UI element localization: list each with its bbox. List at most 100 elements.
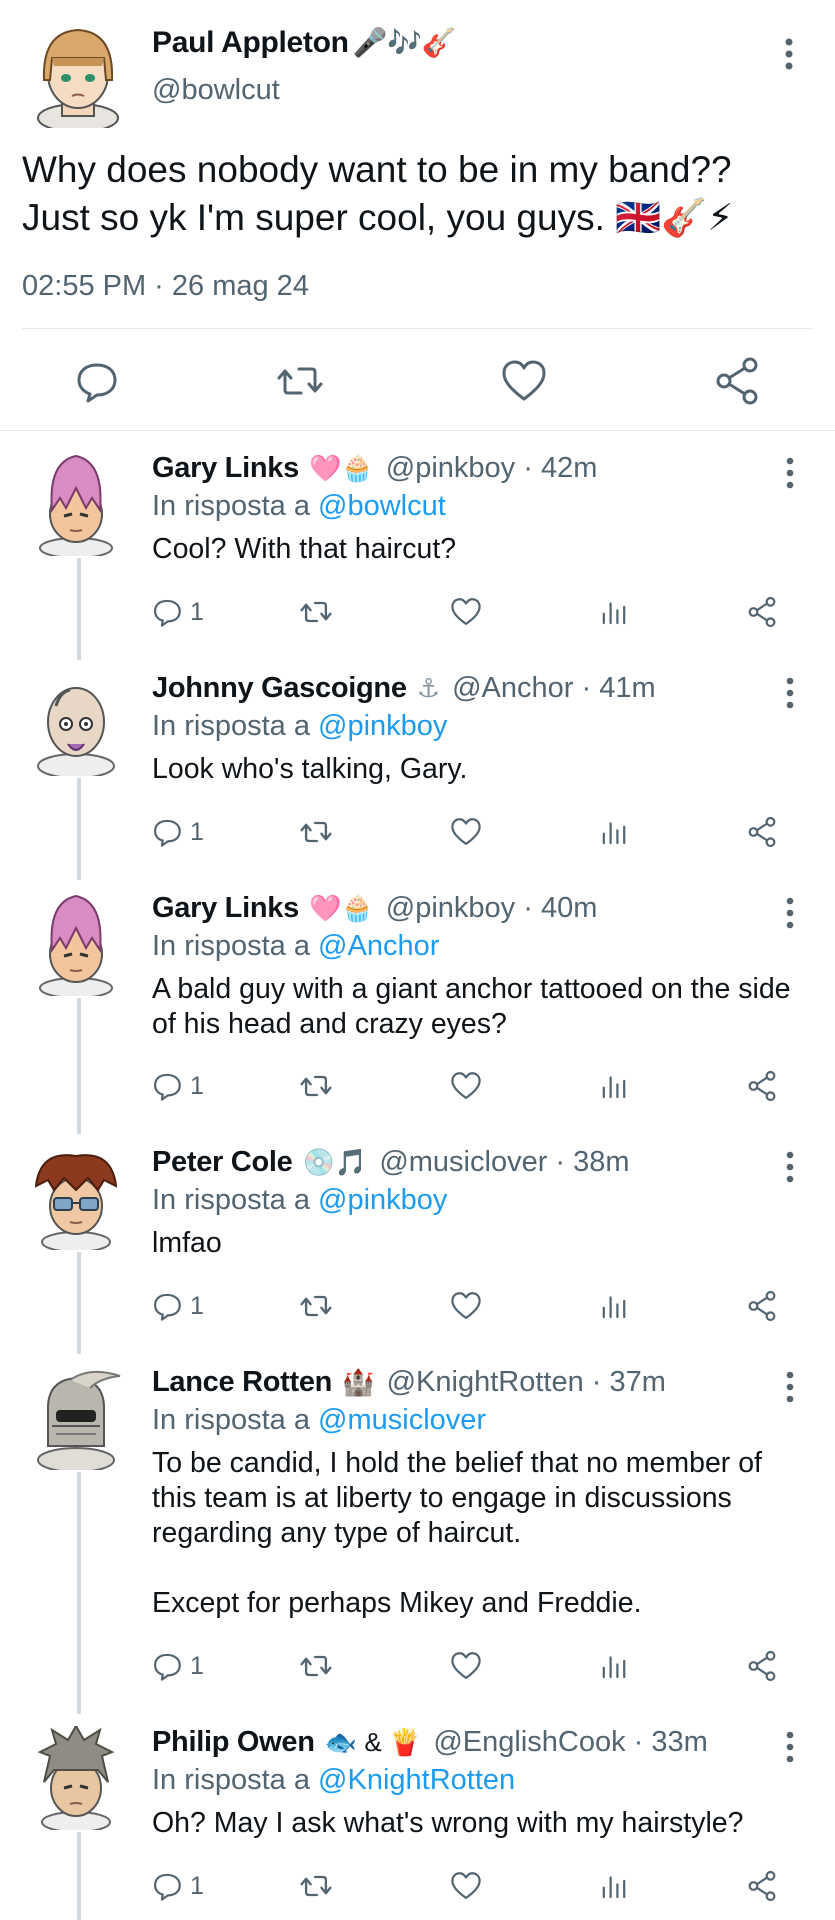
- reply-tweet[interactable]: Peter Cole 💿🎵 @musiclover · 38m In rispo…: [0, 1134, 835, 1354]
- like-icon[interactable]: [449, 1866, 483, 1906]
- author-handle[interactable]: @bowlcut: [152, 74, 280, 107]
- like-icon[interactable]: [499, 356, 549, 406]
- mention-link[interactable]: @musiclover: [318, 1404, 486, 1436]
- share-icon[interactable]: [745, 1066, 779, 1106]
- reply-author-name[interactable]: Philip Owen: [152, 1726, 315, 1758]
- mention-link[interactable]: @Anchor: [318, 930, 439, 962]
- share-icon[interactable]: [745, 1646, 779, 1686]
- separator-dot: ·: [523, 892, 533, 924]
- reply-time[interactable]: 41m: [599, 672, 655, 704]
- reply-actions: 1: [0, 592, 835, 632]
- retweet-icon[interactable]: [298, 1866, 334, 1906]
- reply-author-name[interactable]: Gary Links: [152, 892, 299, 924]
- views-icon[interactable]: [597, 1286, 631, 1326]
- more-options-icon[interactable]: [778, 894, 802, 932]
- more-options-icon[interactable]: [778, 454, 802, 492]
- reply-name-emojis: ⚓: [416, 673, 441, 703]
- replying-to-label: In risposta a: [152, 490, 319, 522]
- tweet-timestamp[interactable]: 02:55 PM · 26 mag 24: [22, 270, 309, 303]
- reply-author-handle[interactable]: @KnightRotten: [387, 1366, 584, 1398]
- mention-link[interactable]: @pinkboy: [318, 1184, 447, 1216]
- avatar[interactable]: [30, 1366, 122, 1470]
- mention-link[interactable]: @KnightRotten: [318, 1764, 515, 1796]
- retweet-icon[interactable]: [298, 1066, 334, 1106]
- reply-name-emojis: 🩷🧁: [308, 453, 374, 483]
- retweet-icon[interactable]: [298, 812, 334, 852]
- reply-author-name[interactable]: Johnny Gascoigne: [152, 672, 407, 704]
- reply-button[interactable]: 1: [150, 812, 204, 852]
- views-icon[interactable]: [597, 1646, 631, 1686]
- author-name[interactable]: Paul Appleton 🎤🎶🎸: [152, 26, 457, 60]
- mention-link[interactable]: @bowlcut: [318, 490, 446, 522]
- more-options-icon[interactable]: [778, 1368, 802, 1406]
- more-options-icon[interactable]: [778, 1728, 802, 1766]
- reply-author-name[interactable]: Lance Rotten: [152, 1366, 332, 1398]
- reply-actions: 1: [0, 1646, 835, 1686]
- like-icon[interactable]: [449, 592, 483, 632]
- reply-button[interactable]: 1: [150, 1866, 204, 1906]
- mention-link[interactable]: @pinkboy: [318, 710, 447, 742]
- avatar[interactable]: [30, 892, 122, 996]
- views-icon[interactable]: [597, 812, 631, 852]
- reply-button[interactable]: 1: [150, 592, 204, 632]
- reply-time[interactable]: 42m: [541, 452, 597, 484]
- reply-author-handle[interactable]: @pinkboy: [386, 452, 515, 484]
- more-options-icon[interactable]: [778, 1148, 802, 1186]
- reply-tweet[interactable]: Lance Rotten 🏰 @KnightRotten · 37m In ri…: [0, 1354, 835, 1714]
- like-icon[interactable]: [449, 812, 483, 852]
- views-icon[interactable]: [597, 1866, 631, 1906]
- share-icon[interactable]: [745, 812, 779, 852]
- avatar[interactable]: [30, 1726, 122, 1830]
- reply-icon: [150, 815, 184, 849]
- reply-author-handle[interactable]: @pinkboy: [386, 892, 515, 924]
- reply-header: Gary Links 🩷🧁 @pinkboy · 42m: [152, 452, 597, 485]
- reply-button[interactable]: 1: [150, 1646, 204, 1686]
- reply-author-name[interactable]: Gary Links: [152, 452, 299, 484]
- reply-actions: 1: [0, 1286, 835, 1326]
- reply-icon[interactable]: [72, 356, 122, 406]
- more-options-icon[interactable]: [778, 674, 802, 712]
- reply-time[interactable]: 33m: [651, 1726, 707, 1758]
- avatar[interactable]: [30, 672, 122, 776]
- reply-count: 1: [190, 597, 204, 626]
- retweet-icon[interactable]: [298, 1286, 334, 1326]
- reply-time[interactable]: 38m: [573, 1146, 629, 1178]
- reply-author-handle[interactable]: @musiclover: [379, 1146, 547, 1178]
- more-options-icon[interactable]: [776, 34, 802, 74]
- reply-tweet[interactable]: Gary Links 🩷🧁 @pinkboy · 42m In risposta…: [0, 440, 835, 660]
- retweet-icon[interactable]: [275, 356, 325, 406]
- tweet-actions: [0, 356, 835, 406]
- retweet-icon[interactable]: [298, 1646, 334, 1686]
- reply-tweet[interactable]: Gary Links 🩷🧁 @pinkboy · 40m In risposta…: [0, 880, 835, 1134]
- reply-tweet[interactable]: Philip Owen 🐟 & 🍟 @EnglishCook · 33m In …: [0, 1714, 835, 1920]
- reply-time[interactable]: 37m: [610, 1366, 666, 1398]
- share-icon[interactable]: [745, 1286, 779, 1326]
- reply-count: 1: [190, 1651, 204, 1680]
- reply-button[interactable]: 1: [150, 1286, 204, 1326]
- reply-author-handle[interactable]: @Anchor: [452, 672, 573, 704]
- like-icon[interactable]: [449, 1646, 483, 1686]
- reply-header: Peter Cole 💿🎵 @musiclover · 38m: [152, 1146, 630, 1179]
- reply-author-handle[interactable]: @EnglishCook: [433, 1726, 625, 1758]
- retweet-icon[interactable]: [298, 592, 334, 632]
- name-emojis: 🎤🎶🎸: [352, 27, 457, 58]
- like-icon[interactable]: [449, 1286, 483, 1326]
- avatar[interactable]: [30, 1146, 122, 1250]
- views-icon[interactable]: [597, 1066, 631, 1106]
- reply-author-name[interactable]: Peter Cole: [152, 1146, 293, 1178]
- reply-tweet[interactable]: Johnny Gascoigne ⚓ @Anchor · 41m In risp…: [0, 660, 835, 880]
- like-icon[interactable]: [449, 1066, 483, 1106]
- reply-count: 1: [190, 1291, 204, 1320]
- share-icon[interactable]: [745, 1866, 779, 1906]
- reply-header: Lance Rotten 🏰 @KnightRotten · 37m: [152, 1366, 666, 1399]
- avatar[interactable]: [28, 22, 128, 128]
- main-tweet: Paul Appleton 🎤🎶🎸 @bowlcut Why does nobod…: [0, 0, 835, 431]
- reply-button[interactable]: 1: [150, 1066, 204, 1106]
- reply-time[interactable]: 40m: [541, 892, 597, 924]
- views-icon[interactable]: [597, 592, 631, 632]
- avatar[interactable]: [30, 452, 122, 556]
- reply-name-emojis: 🩷🧁: [308, 893, 374, 923]
- reply-text: A bald guy with a giant anchor tattooed …: [152, 973, 791, 1040]
- share-icon[interactable]: [745, 592, 779, 632]
- share-icon[interactable]: [712, 356, 762, 406]
